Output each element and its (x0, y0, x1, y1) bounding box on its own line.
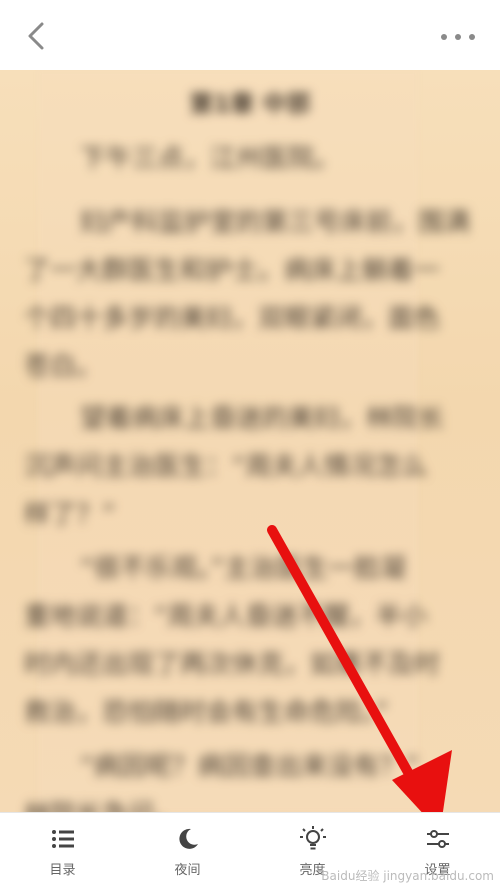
text-line: 沉声问主治医生：“周夫人情况怎么 (24, 452, 428, 482)
text-line: “病因呢？病因查出来没有？” (80, 752, 419, 782)
text-line: “很不乐观。”主治医生一脸凝 (80, 554, 406, 584)
text-line: 救治，恐怕随时会有生命危险。” (24, 698, 389, 728)
top-bar (0, 0, 500, 71)
text-line: 了一大群医生和护士。病床上躺着一 (24, 256, 441, 286)
chapter-title: 第1章 中邪 (189, 90, 311, 118)
text-line: 妇产科监护室的第三号床前，围满 (80, 208, 471, 238)
lightbulb-icon (299, 826, 326, 850)
watermark: Baidu经验 jingyan.baidu.com (321, 869, 494, 883)
nav-item-night[interactable]: 夜间 (125, 813, 250, 890)
reader-content: 第1章 中邪 下午三点，江州医院。 妇产科监护室的第三号床前，围满 了一大群医生… (0, 70, 500, 812)
text-line: 时内还出现了两次休克，如果不及时 (24, 650, 441, 680)
bottom-nav: 目录 夜间 亮度 设置 Baidu经验 jingyan.baidu.com (0, 812, 500, 890)
nav-item-contents[interactable]: 目录 (0, 813, 125, 890)
settings-sliders-icon (426, 830, 449, 848)
text-line: 林院长急问。 (24, 794, 180, 812)
nav-label: 目录 (49, 863, 76, 878)
reading-page[interactable]: 第1章 中邪 下午三点，江州医院。 妇产科监护室的第三号床前，围满 了一大群医生… (0, 70, 500, 812)
more-dots-icon[interactable] (436, 22, 480, 52)
chevron-left-icon[interactable] (20, 18, 56, 54)
nav-label: 夜间 (174, 863, 201, 878)
text-line: 望着病床上昏迷的美妇，林院长 (80, 404, 445, 434)
text-line: 重地说道：“周夫人昏迷不醒，半小 (24, 602, 428, 632)
text-line: 样了？” (24, 500, 116, 530)
list-icon (51, 830, 74, 848)
text-line: 苍白。 (24, 352, 103, 382)
text-line: 个四十多岁的美妇，双眼紧闭，面色 (24, 304, 441, 334)
text-line: 下午三点，江州医院。 (80, 144, 341, 174)
moon-icon (178, 828, 198, 849)
